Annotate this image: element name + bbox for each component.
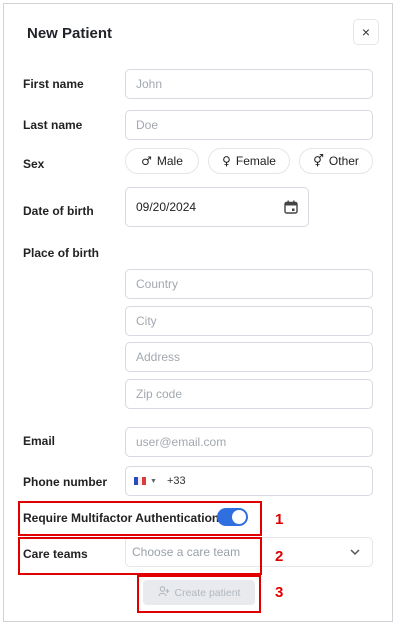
email-label: Email: [23, 434, 56, 448]
last-name-label: Last name: [23, 118, 83, 132]
phone-number-input[interactable]: ▼ +33: [125, 466, 373, 496]
email-input[interactable]: user@email.com: [125, 427, 373, 457]
sex-option-label: Other: [328, 154, 359, 168]
address-input[interactable]: Address: [125, 342, 373, 372]
place-of-birth-label: Place of birth: [23, 246, 100, 260]
sex-label: Sex: [23, 157, 45, 171]
annotation-number-2: 2: [275, 548, 284, 565]
male-icon: ♂: [141, 154, 152, 168]
dialog-title: New Patient: [27, 25, 113, 42]
chevron-down-icon[interactable]: ▼: [150, 478, 157, 485]
annotation-box-mfa: [18, 501, 262, 536]
sex-option-label: Male: [156, 154, 183, 168]
date-of-birth-input[interactable]: 09/20/2024: [125, 187, 309, 227]
country-input[interactable]: Country: [125, 269, 373, 299]
close-button[interactable]: ×: [353, 19, 379, 45]
date-of-birth-label: Date of birth: [23, 204, 94, 218]
calendar-icon[interactable]: [284, 200, 298, 214]
sex-option-female[interactable]: ♀ Female: [208, 148, 290, 174]
first-name-label: First name: [23, 77, 84, 91]
annotation-box-care-teams: [18, 537, 262, 575]
annotation-box-create-button: [137, 575, 261, 613]
other-gender-icon: ⚥: [313, 154, 324, 168]
date-of-birth-value: 09/20/2024: [136, 200, 197, 214]
zip-code-input[interactable]: Zip code: [125, 379, 373, 409]
first-name-input[interactable]: John: [125, 69, 373, 99]
city-input[interactable]: City: [125, 306, 373, 336]
sex-option-male[interactable]: ♂ Male: [125, 148, 199, 174]
phone-number-label: Phone number: [23, 475, 108, 489]
close-icon: ×: [361, 24, 371, 40]
last-name-input[interactable]: Doe: [125, 110, 373, 140]
sex-option-label: Female: [235, 154, 276, 168]
annotation-number-1: 1: [275, 511, 284, 528]
female-icon: ♀: [222, 154, 231, 168]
france-flag-icon[interactable]: [134, 477, 146, 485]
annotation-number-3: 3: [275, 584, 284, 601]
chevron-down-icon: [350, 545, 360, 559]
phone-country-code: +33: [166, 475, 186, 487]
sex-option-other[interactable]: ⚥ Other: [299, 148, 373, 174]
